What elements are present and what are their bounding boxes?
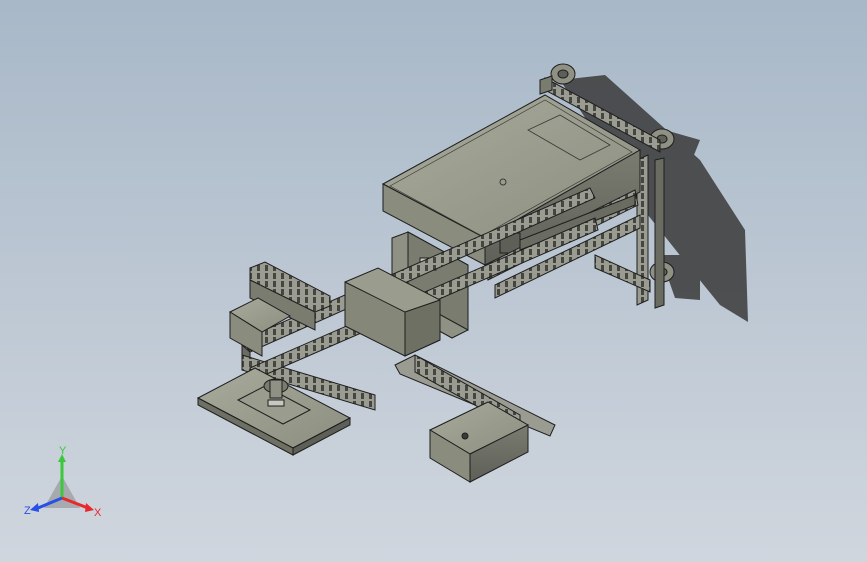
triad-graphic: Y X Z (24, 445, 102, 519)
x-axis-label: X (94, 507, 102, 519)
z-axis-label: Z (24, 505, 31, 517)
graphics-viewport[interactable]: Y X Z (0, 0, 867, 562)
y-axis-label: Y (59, 446, 67, 457)
x-axis-arrow (85, 503, 94, 512)
z-axis-arrow (30, 503, 39, 512)
orientation-triad: Y X Z (22, 445, 112, 526)
cad-assembly-model[interactable] (0, 0, 867, 562)
